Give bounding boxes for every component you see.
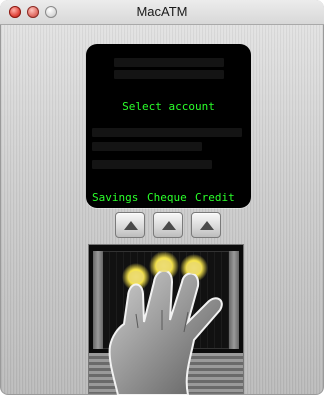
hand-icon <box>108 251 223 395</box>
titlebar: MacATM <box>0 0 324 25</box>
option-savings: Savings <box>92 191 139 204</box>
up-triangle-icon <box>162 221 176 230</box>
option-credit: Credit <box>195 191 235 204</box>
savings-select-button[interactable] <box>115 212 145 238</box>
window-title: MacATM <box>136 4 188 19</box>
screen-blank-line <box>92 142 202 151</box>
atm-screen: Select account Savings Cheque Credit <box>86 44 251 208</box>
screen-blank-line <box>92 128 242 137</box>
screen-blank-line <box>114 70 224 79</box>
screen-message: Select account <box>122 100 215 113</box>
up-triangle-icon <box>124 221 138 230</box>
up-triangle-icon <box>200 221 214 230</box>
credit-select-button[interactable] <box>191 212 221 238</box>
screen-blank-line <box>114 58 224 67</box>
screen-blank-line <box>92 160 212 169</box>
cheque-select-button[interactable] <box>153 212 183 238</box>
option-cheque: Cheque <box>147 191 187 204</box>
atm-window: MacATM Select account Savings Cheque Cre… <box>0 0 324 395</box>
